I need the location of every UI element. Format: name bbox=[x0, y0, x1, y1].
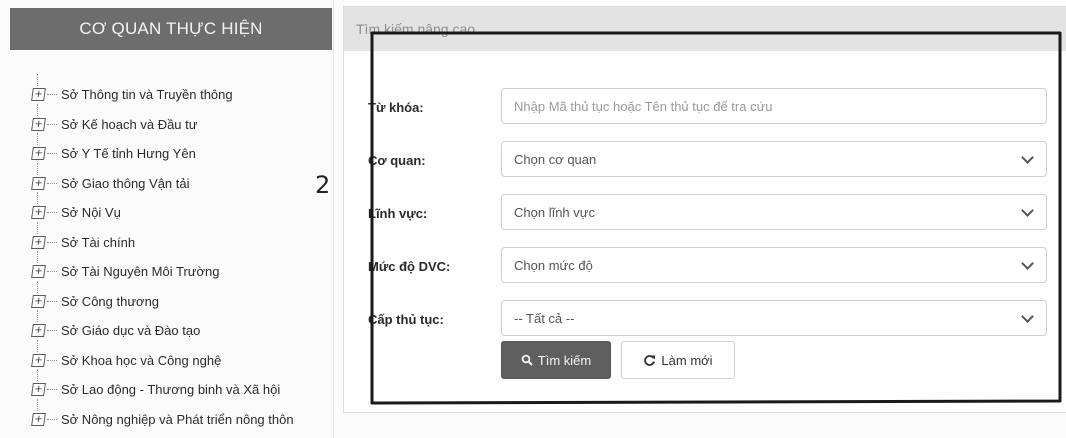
tree-item-label[interactable]: Sở Tài chính bbox=[61, 235, 135, 250]
tree-item-label[interactable]: Sở Giao thông Vận tải bbox=[61, 176, 190, 191]
service-level-label: Mức độ DVC: bbox=[368, 259, 451, 274]
tree-item-health[interactable]: + Sở Y Tế tỉnh Hưng Yên bbox=[31, 133, 332, 169]
plus-box-icon[interactable]: + bbox=[31, 412, 46, 426]
procedure-level-select[interactable]: -- Tất cả -- bbox=[501, 300, 1047, 336]
search-button-label: Tìm kiếm bbox=[537, 352, 592, 368]
tree-item-natural-resources[interactable]: + Sở Tài Nguyên Môi Trường bbox=[31, 251, 332, 287]
tree-connector bbox=[47, 182, 57, 184]
procedure-level-selected-value: -- Tất cả -- bbox=[514, 310, 575, 326]
tree-item-agriculture[interactable]: + Sở Nông nghiệp và Phát triển nông thôn bbox=[31, 398, 332, 435]
keyword-input[interactable] bbox=[501, 88, 1047, 124]
tree-connector bbox=[47, 241, 57, 243]
agency-select[interactable]: Chọn cơ quan bbox=[501, 141, 1047, 177]
chevron-down-icon bbox=[1021, 256, 1034, 270]
field-row: Lĩnh vực: Chọn lĩnh vực bbox=[344, 194, 1066, 234]
search-icon bbox=[521, 354, 533, 366]
tree-item-home-affairs[interactable]: + Sở Nội Vụ bbox=[31, 192, 332, 228]
procedure-level-label: Cấp thủ tục: bbox=[368, 312, 444, 327]
plus-box-icon[interactable]: + bbox=[31, 383, 46, 397]
agency-selected-value: Chọn cơ quan bbox=[514, 151, 597, 167]
refresh-icon bbox=[644, 354, 656, 366]
tree-connector bbox=[47, 212, 57, 214]
plus-box-icon[interactable]: + bbox=[31, 353, 46, 367]
form-actions: Tìm kiếm Làm mới bbox=[501, 341, 735, 379]
plus-box-icon[interactable]: + bbox=[31, 88, 46, 102]
agency-tree: + Sở Thông tin và Truyền thông + Sở Kế h… bbox=[31, 74, 332, 435]
service-level-row: Mức độ DVC: Chọn mức độ bbox=[344, 247, 1066, 287]
tree-item-information-communications[interactable]: + Sở Thông tin và Truyền thông bbox=[31, 74, 332, 110]
annotation-number: 2 bbox=[315, 171, 331, 199]
agency-sidebar: CƠ QUAN THỰC HIỆN + Sở Thông tin và Truy… bbox=[10, 0, 334, 438]
reset-button-label: Làm mới bbox=[661, 352, 713, 368]
plus-box-icon[interactable]: + bbox=[31, 235, 46, 249]
tree-item-industry-trade[interactable]: + Sở Công thương bbox=[31, 280, 332, 317]
service-level-selected-value: Chọn mức độ bbox=[514, 257, 593, 273]
tree-item-finance[interactable]: + Sở Tài chính bbox=[31, 221, 332, 258]
tree-item-label[interactable]: Sở Y Tế tỉnh Hưng Yên bbox=[61, 146, 196, 161]
tree-item-label[interactable]: Sở Nội Vụ bbox=[61, 205, 121, 220]
plus-box-icon[interactable]: + bbox=[31, 294, 46, 308]
service-level-select[interactable]: Chọn mức độ bbox=[501, 247, 1047, 283]
tree-item-planning-investment[interactable]: + Sở Kế hoạch và Đầu tư bbox=[31, 103, 332, 140]
tree-connector bbox=[47, 94, 57, 96]
panel-title: Tìm kiếm nâng cao bbox=[344, 7, 1066, 51]
chevron-down-icon bbox=[1021, 150, 1034, 164]
page: CƠ QUAN THỰC HIỆN + Sở Thông tin và Truy… bbox=[0, 0, 1066, 438]
search-button[interactable]: Tìm kiếm bbox=[501, 341, 611, 379]
plus-box-icon[interactable]: + bbox=[31, 117, 46, 131]
plus-box-icon[interactable]: + bbox=[31, 324, 46, 338]
keyword-row: Từ khóa: bbox=[344, 88, 1066, 128]
field-label: Lĩnh vực: bbox=[368, 206, 428, 221]
tree-item-label[interactable]: Sở Khoa học và Công nghệ bbox=[61, 353, 221, 368]
tree-item-transport[interactable]: + Sở Giao thông Vận tải bbox=[31, 162, 332, 199]
chevron-down-icon bbox=[1021, 309, 1034, 323]
tree-connector bbox=[47, 123, 57, 125]
tree-item-label[interactable]: Sở Tài Nguyên Môi Trường bbox=[61, 264, 219, 279]
tree-connector bbox=[47, 389, 57, 391]
procedure-level-row: Cấp thủ tục: -- Tất cả -- bbox=[344, 300, 1066, 340]
chevron-down-icon bbox=[1021, 203, 1034, 217]
plus-box-icon[interactable]: + bbox=[31, 147, 46, 161]
agency-row: Cơ quan: Chọn cơ quan bbox=[344, 141, 1066, 181]
tree-connector bbox=[47, 153, 57, 155]
agency-label: Cơ quan: bbox=[368, 153, 426, 168]
reset-button[interactable]: Làm mới bbox=[621, 341, 735, 379]
plus-box-icon[interactable]: + bbox=[31, 206, 46, 220]
tree-item-label[interactable]: Sở Giáo dục và Đào tạo bbox=[61, 323, 200, 338]
tree-connector bbox=[47, 359, 57, 361]
keyword-label: Từ khóa: bbox=[368, 100, 424, 115]
tree-item-label[interactable]: Sở Lao động - Thương binh và Xã hội bbox=[61, 382, 280, 397]
sidebar-title: CƠ QUAN THỰC HIỆN bbox=[10, 8, 332, 50]
tree-connector bbox=[47, 271, 57, 273]
advanced-search-panel: Tìm kiếm nâng cao Từ khóa: Cơ quan: Chọn… bbox=[343, 6, 1066, 413]
plus-box-icon[interactable]: + bbox=[31, 176, 46, 190]
tree-item-education[interactable]: + Sở Giáo dục và Đào tạo bbox=[31, 310, 332, 346]
field-selected-value: Chọn lĩnh vực bbox=[514, 204, 595, 220]
tree-item-label[interactable]: Sở Công thương bbox=[61, 294, 159, 309]
tree-item-label[interactable]: Sở Kế hoạch và Đầu tư bbox=[61, 117, 197, 132]
tree-item-label[interactable]: Sở Thông tin và Truyền thông bbox=[61, 87, 233, 102]
tree-item-science-technology[interactable]: + Sở Khoa học và Công nghệ bbox=[31, 339, 332, 376]
tree-connector bbox=[47, 300, 57, 302]
tree-item-labour-social[interactable]: + Sở Lao động - Thương binh và Xã hội bbox=[31, 369, 332, 405]
tree-connector bbox=[47, 330, 57, 332]
tree-item-label[interactable]: Sở Nông nghiệp và Phát triển nông thôn bbox=[61, 412, 294, 427]
plus-box-icon[interactable]: + bbox=[31, 265, 46, 279]
field-select[interactable]: Chọn lĩnh vực bbox=[501, 194, 1047, 230]
tree-connector bbox=[47, 418, 57, 420]
